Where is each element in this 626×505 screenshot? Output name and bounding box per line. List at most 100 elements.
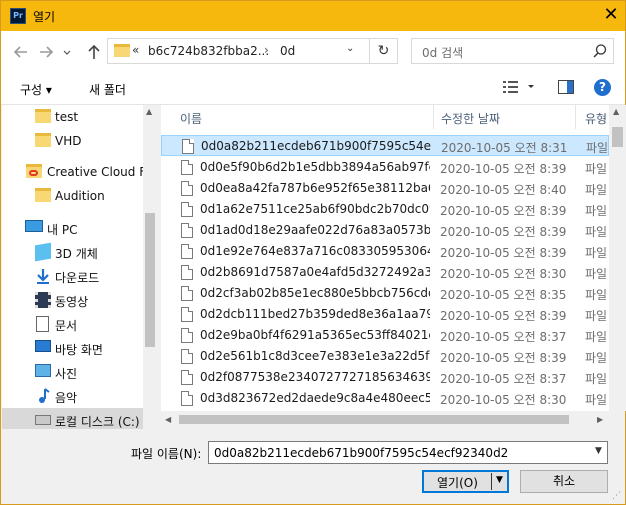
file-type: 파일 (586, 141, 609, 155)
new-folder-button[interactable]: 새 폴더 (89, 81, 126, 98)
file-date: 2020-10-05 오전 8:35 (440, 288, 567, 302)
breadcrumb-separator[interactable]: › (264, 43, 269, 57)
file-icon (181, 370, 193, 385)
column-divider[interactable] (433, 105, 434, 129)
music-icon (39, 388, 50, 403)
search-placeholder[interactable]: 0d 검색 (422, 44, 463, 61)
help-icon[interactable]: ? (594, 79, 611, 96)
scroll-up-arrow[interactable]: ▲ (613, 107, 619, 116)
file-row[interactable]: 0d1a62e7511ce25ab6f90bdc2b70dc09... 2020… (161, 199, 609, 220)
sidebar-item-local-disk[interactable]: 로컬 디스크 (C:) (2, 408, 144, 429)
sidebar-item-this-pc[interactable]: 내 PC (2, 216, 144, 240)
open-options-dropdown-icon[interactable]: ▼ (496, 475, 503, 485)
file-name: 0d1ad0d18e29aafe022d76a83a0573b5... (200, 223, 430, 237)
sidebar-item-label: 3D 개체 (55, 247, 98, 261)
split-divider (491, 473, 492, 490)
column-header-name[interactable]: 이름 (180, 110, 202, 127)
recent-locations-icon[interactable] (62, 43, 72, 61)
open-file-dialog: Pr 열기 ✕ « b6c724b832fbba2... › 0d ⌄ ↻ 0d… (0, 0, 626, 505)
file-row[interactable]: 0d2e9ba0bf4f6291a5365ec53ff84021e... 202… (161, 325, 609, 346)
column-divider[interactable] (575, 105, 576, 129)
sidebar-item-pictures[interactable]: 사진 (2, 360, 144, 384)
column-header-date[interactable]: 수정한 날짜 (441, 110, 500, 127)
forward-arrow-icon[interactable] (37, 43, 55, 61)
sidebar-item-test[interactable]: test (2, 105, 144, 129)
search-box[interactable]: 0d 검색 (411, 38, 614, 64)
sidebar-item-vhd[interactable]: VHD (2, 129, 144, 153)
scroll-right-arrow[interactable]: ▶ (597, 415, 603, 424)
sidebar-item-label: 바탕 화면 (55, 343, 103, 357)
filename-input[interactable]: 0d0a82b211ecdeb671b900f7595c54ecf92340d2… (208, 441, 608, 464)
file-date: 2020-10-05 오전 8:37 (440, 330, 567, 344)
sidebar-item-creative-cloud[interactable]: Creative Cloud Fil (2, 160, 152, 184)
file-row[interactable]: 0d0e5f90b6d2b1e5dbb3894a56ab97fe... 2020… (161, 157, 609, 178)
file-icon (181, 286, 193, 301)
organize-menu-button[interactable]: 구성 ▾ (20, 81, 52, 98)
preview-pane-icon[interactable] (558, 80, 574, 94)
sidebar-item-videos[interactable]: 동영상 (2, 288, 144, 312)
file-icon (181, 160, 193, 175)
cancel-button[interactable]: 취소 (520, 470, 608, 493)
horizontal-scroll-thumb[interactable] (179, 415, 569, 424)
sidebar-item-music[interactable]: 음악 (2, 384, 144, 408)
file-name: 0d1a62e7511ce25ab6f90bdc2b70dc09... (200, 202, 430, 216)
sidebar-item-label: 동영상 (55, 295, 89, 309)
breadcrumb-current[interactable]: 0d (280, 44, 295, 58)
file-date: 2020-10-05 오전 8:39 (440, 162, 567, 176)
search-icon[interactable] (592, 43, 608, 59)
back-arrow-icon[interactable] (12, 43, 30, 61)
file-row[interactable]: 0d2e561b1c8d3cee7e383e1e3a22d5f4... 2020… (161, 346, 609, 367)
file-row[interactable]: 0d2dcb111bed27b359ded8e36a1aa79d... 2020… (161, 304, 609, 325)
filename-dropdown-icon[interactable]: ▼ (595, 446, 602, 456)
file-row[interactable]: 0d2b8691d7587a0e4afd5d3272492a38... 2020… (161, 262, 609, 283)
breadcrumb-parent[interactable]: b6c724b832fbba2... (148, 44, 269, 58)
file-row[interactable]: 0d1e92e764e837a716c083305953064... 2020-… (161, 241, 609, 262)
address-dropdown-icon[interactable]: ⌄ (346, 43, 354, 54)
file-name: 0d2f0877538e2340727727185634639... (200, 370, 430, 384)
file-name: 0d2dcb111bed27b359ded8e36a1aa79d... (200, 307, 430, 321)
sidebar-item-documents[interactable]: 문서 (2, 312, 144, 336)
sidebar-item-3d-objects[interactable]: 3D 개체 (2, 240, 144, 264)
filename-value[interactable]: 0d0a82b211ecdeb671b900f7595c54ecf92340d2 (214, 446, 508, 460)
pc-icon (25, 220, 43, 232)
address-overflow-chevron[interactable]: « (132, 43, 139, 57)
file-type: 파일 (585, 183, 608, 197)
folder-icon (35, 133, 51, 147)
up-arrow-icon[interactable] (85, 43, 103, 61)
file-list-vertical-scrollbar[interactable]: ▲ (609, 105, 626, 411)
filename-label: 파일 이름(N): (131, 447, 202, 461)
title-bar[interactable]: Pr 열기 ✕ (1, 1, 625, 31)
file-type: 파일 (585, 246, 608, 260)
file-row[interactable]: 0d2cf3ab02b85e1ec880e5bbcb756cdd... 2020… (161, 283, 609, 304)
sidebar-item-audition[interactable]: Audition (2, 184, 144, 208)
file-type: 파일 (585, 204, 608, 218)
file-row[interactable]: 0d1ad0d18e29aafe022d76a83a0573b5... 2020… (161, 220, 609, 241)
scroll-up-arrow[interactable]: ▲ (146, 107, 152, 116)
open-button[interactable]: 열기(O) ▼ (422, 470, 509, 493)
file-row[interactable]: 0d0ea8a42fa787b6e952f65e38112ba6... 2020… (161, 178, 609, 199)
sidebar-item-label: 로컬 디스크 (C:) (55, 415, 140, 429)
file-name: 0d0ea8a42fa787b6e952f65e38112ba6... (200, 181, 430, 195)
file-row[interactable]: 0d2f0877538e2340727727185634639... 2020-… (161, 367, 609, 388)
vertical-scroll-thumb[interactable] (612, 127, 623, 147)
3d-objects-icon (35, 242, 51, 262)
scroll-left-arrow[interactable]: ◀ (165, 415, 171, 424)
close-icon[interactable]: ✕ (599, 4, 623, 28)
sidebar-item-label: 문서 (55, 319, 78, 333)
file-icon (181, 223, 193, 238)
file-icon (181, 349, 193, 364)
refresh-icon[interactable]: ↻ (370, 38, 398, 64)
sidebar-item-desktop[interactable]: 바탕 화면 (2, 336, 144, 360)
pictures-icon (35, 364, 51, 377)
address-bar[interactable]: « b6c724b832fbba2... › 0d ⌄ (107, 38, 370, 64)
file-date: 2020-10-05 오전 8:39 (440, 309, 567, 323)
view-options-icon[interactable] (503, 80, 543, 94)
file-icon (181, 244, 193, 259)
sidebar-item-downloads[interactable]: 다운로드 (2, 264, 144, 288)
column-header-type[interactable]: 유형 (585, 110, 607, 127)
resize-grip-icon[interactable]: ⋰ (612, 491, 621, 501)
file-name: 0d2e561b1c8d3cee7e383e1e3a22d5f4... (200, 349, 430, 363)
file-row[interactable]: 0d0a82b211ecdeb671b900f7595c54ec... 2020… (161, 135, 609, 156)
file-row[interactable]: 0d3d823672ed2daede9c8a4e480eec57... 2020… (161, 388, 609, 409)
sidebar-scroll-thumb[interactable] (145, 213, 155, 347)
